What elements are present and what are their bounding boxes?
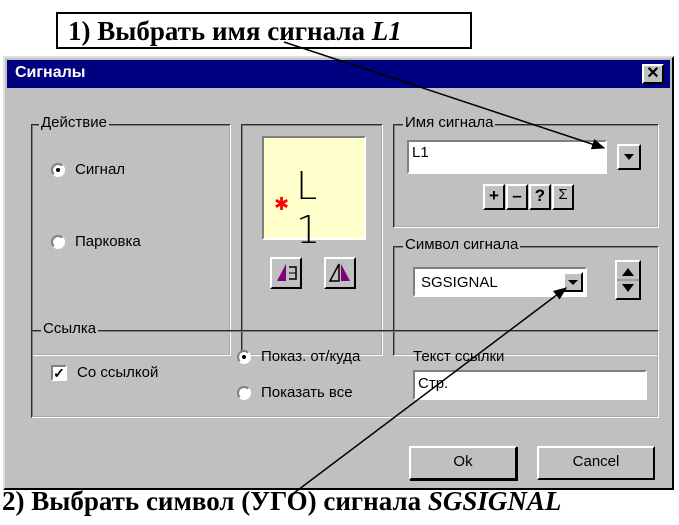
callout-2-text: 2) Выбрать символ (УГО) сигнала bbox=[2, 486, 428, 516]
radio-signal-indicator[interactable] bbox=[51, 163, 65, 177]
chevron-down-icon bbox=[568, 280, 578, 285]
signal-name-combobox[interactable]: L1 bbox=[407, 140, 607, 174]
rotate-icon bbox=[277, 264, 297, 281]
add-button-label: + bbox=[489, 186, 499, 205]
close-button[interactable]: ✕ bbox=[642, 64, 664, 84]
remove-button-label: – bbox=[512, 186, 522, 205]
symbol-spin-button[interactable] bbox=[615, 260, 641, 300]
with-link-checkbox-box[interactable]: ✓ bbox=[51, 365, 67, 381]
remove-signal-button[interactable]: – bbox=[506, 184, 528, 210]
title-bar[interactable]: Сигналы ✕ bbox=[7, 60, 670, 88]
mirror-symbol-button[interactable] bbox=[324, 257, 356, 289]
help-button-label: ? bbox=[534, 186, 546, 205]
radio-show-all-label: Показать все bbox=[261, 384, 353, 401]
link-text-value: Стр. bbox=[418, 375, 449, 392]
up-down-arrows-icon bbox=[617, 268, 639, 292]
radio-signal-label: Сигнал bbox=[75, 161, 126, 178]
preview-origin-marker: ✱ bbox=[274, 194, 290, 214]
signal-name-value: L1 bbox=[412, 144, 429, 161]
link-text-label: Текст ссылки bbox=[413, 348, 505, 365]
callout-select-signal-name: 1) Выбрать имя сигнала L1 bbox=[56, 12, 472, 49]
signal-name-dropdown-button[interactable] bbox=[617, 144, 641, 170]
ok-button-label: Ok bbox=[453, 453, 473, 470]
radio-parking-label: Парковка bbox=[75, 233, 141, 250]
preview-signal-text: L 1 bbox=[296, 164, 327, 252]
chevron-down-icon bbox=[624, 154, 634, 160]
radio-show-all-indicator[interactable] bbox=[237, 386, 251, 400]
dialog-title: Сигналы bbox=[15, 64, 86, 81]
radio-show-from-to-label: Показ. от/куда bbox=[261, 348, 361, 365]
radio-signal[interactable]: Сигнал bbox=[51, 161, 201, 181]
link-group-legend: Ссылка bbox=[41, 320, 99, 337]
with-link-checkbox[interactable]: ✓ Со ссылкой bbox=[51, 364, 221, 384]
mirror-icon bbox=[328, 263, 350, 282]
radio-parking-indicator[interactable] bbox=[51, 235, 65, 249]
radio-show-from-to-indicator[interactable] bbox=[237, 350, 251, 364]
signal-symbol-value: SGSIGNAL bbox=[421, 274, 498, 291]
sum-signal-button[interactable]: Σ bbox=[552, 184, 574, 210]
callout-2-emphasis: SGSIGNAL bbox=[427, 486, 562, 516]
cancel-button[interactable]: Cancel bbox=[537, 446, 655, 480]
cancel-button-label: Cancel bbox=[572, 453, 620, 470]
link-text-input[interactable]: Стр. bbox=[413, 370, 647, 400]
callout-1-text: 1) Выбрать имя сигнала bbox=[68, 16, 372, 46]
radio-parking[interactable]: Парковка bbox=[51, 233, 201, 253]
add-signal-button[interactable]: + bbox=[483, 184, 505, 210]
signal-preview: L 1 ✱ bbox=[262, 136, 366, 252]
signals-dialog: Сигналы ✕ Действие Сигнал Парковка L 1 ✱… bbox=[3, 56, 674, 490]
ok-button[interactable]: Ok bbox=[409, 446, 517, 480]
callout-select-signal-symbol: 2) Выбрать символ (УГО) сигнала SGSIGNAL bbox=[2, 488, 561, 515]
signal-symbol-dropdown-button[interactable] bbox=[563, 272, 583, 292]
radio-show-all[interactable]: Показать все bbox=[237, 384, 407, 404]
close-icon: ✕ bbox=[646, 65, 660, 82]
action-group-legend: Действие bbox=[39, 114, 109, 131]
signal-symbol-combobox[interactable]: SGSIGNAL bbox=[413, 267, 587, 297]
help-signal-button[interactable]: ? bbox=[529, 184, 551, 210]
sum-button-label: Σ bbox=[558, 186, 568, 203]
rotate-symbol-button[interactable] bbox=[270, 257, 302, 289]
callout-1-emphasis: L1 bbox=[371, 16, 402, 46]
signal-symbol-legend: Символ сигнала bbox=[403, 236, 521, 253]
with-link-label: Со ссылкой bbox=[77, 364, 159, 381]
radio-show-from-to[interactable]: Показ. от/куда bbox=[237, 348, 407, 368]
signal-name-legend: Имя сигнала bbox=[403, 114, 496, 131]
